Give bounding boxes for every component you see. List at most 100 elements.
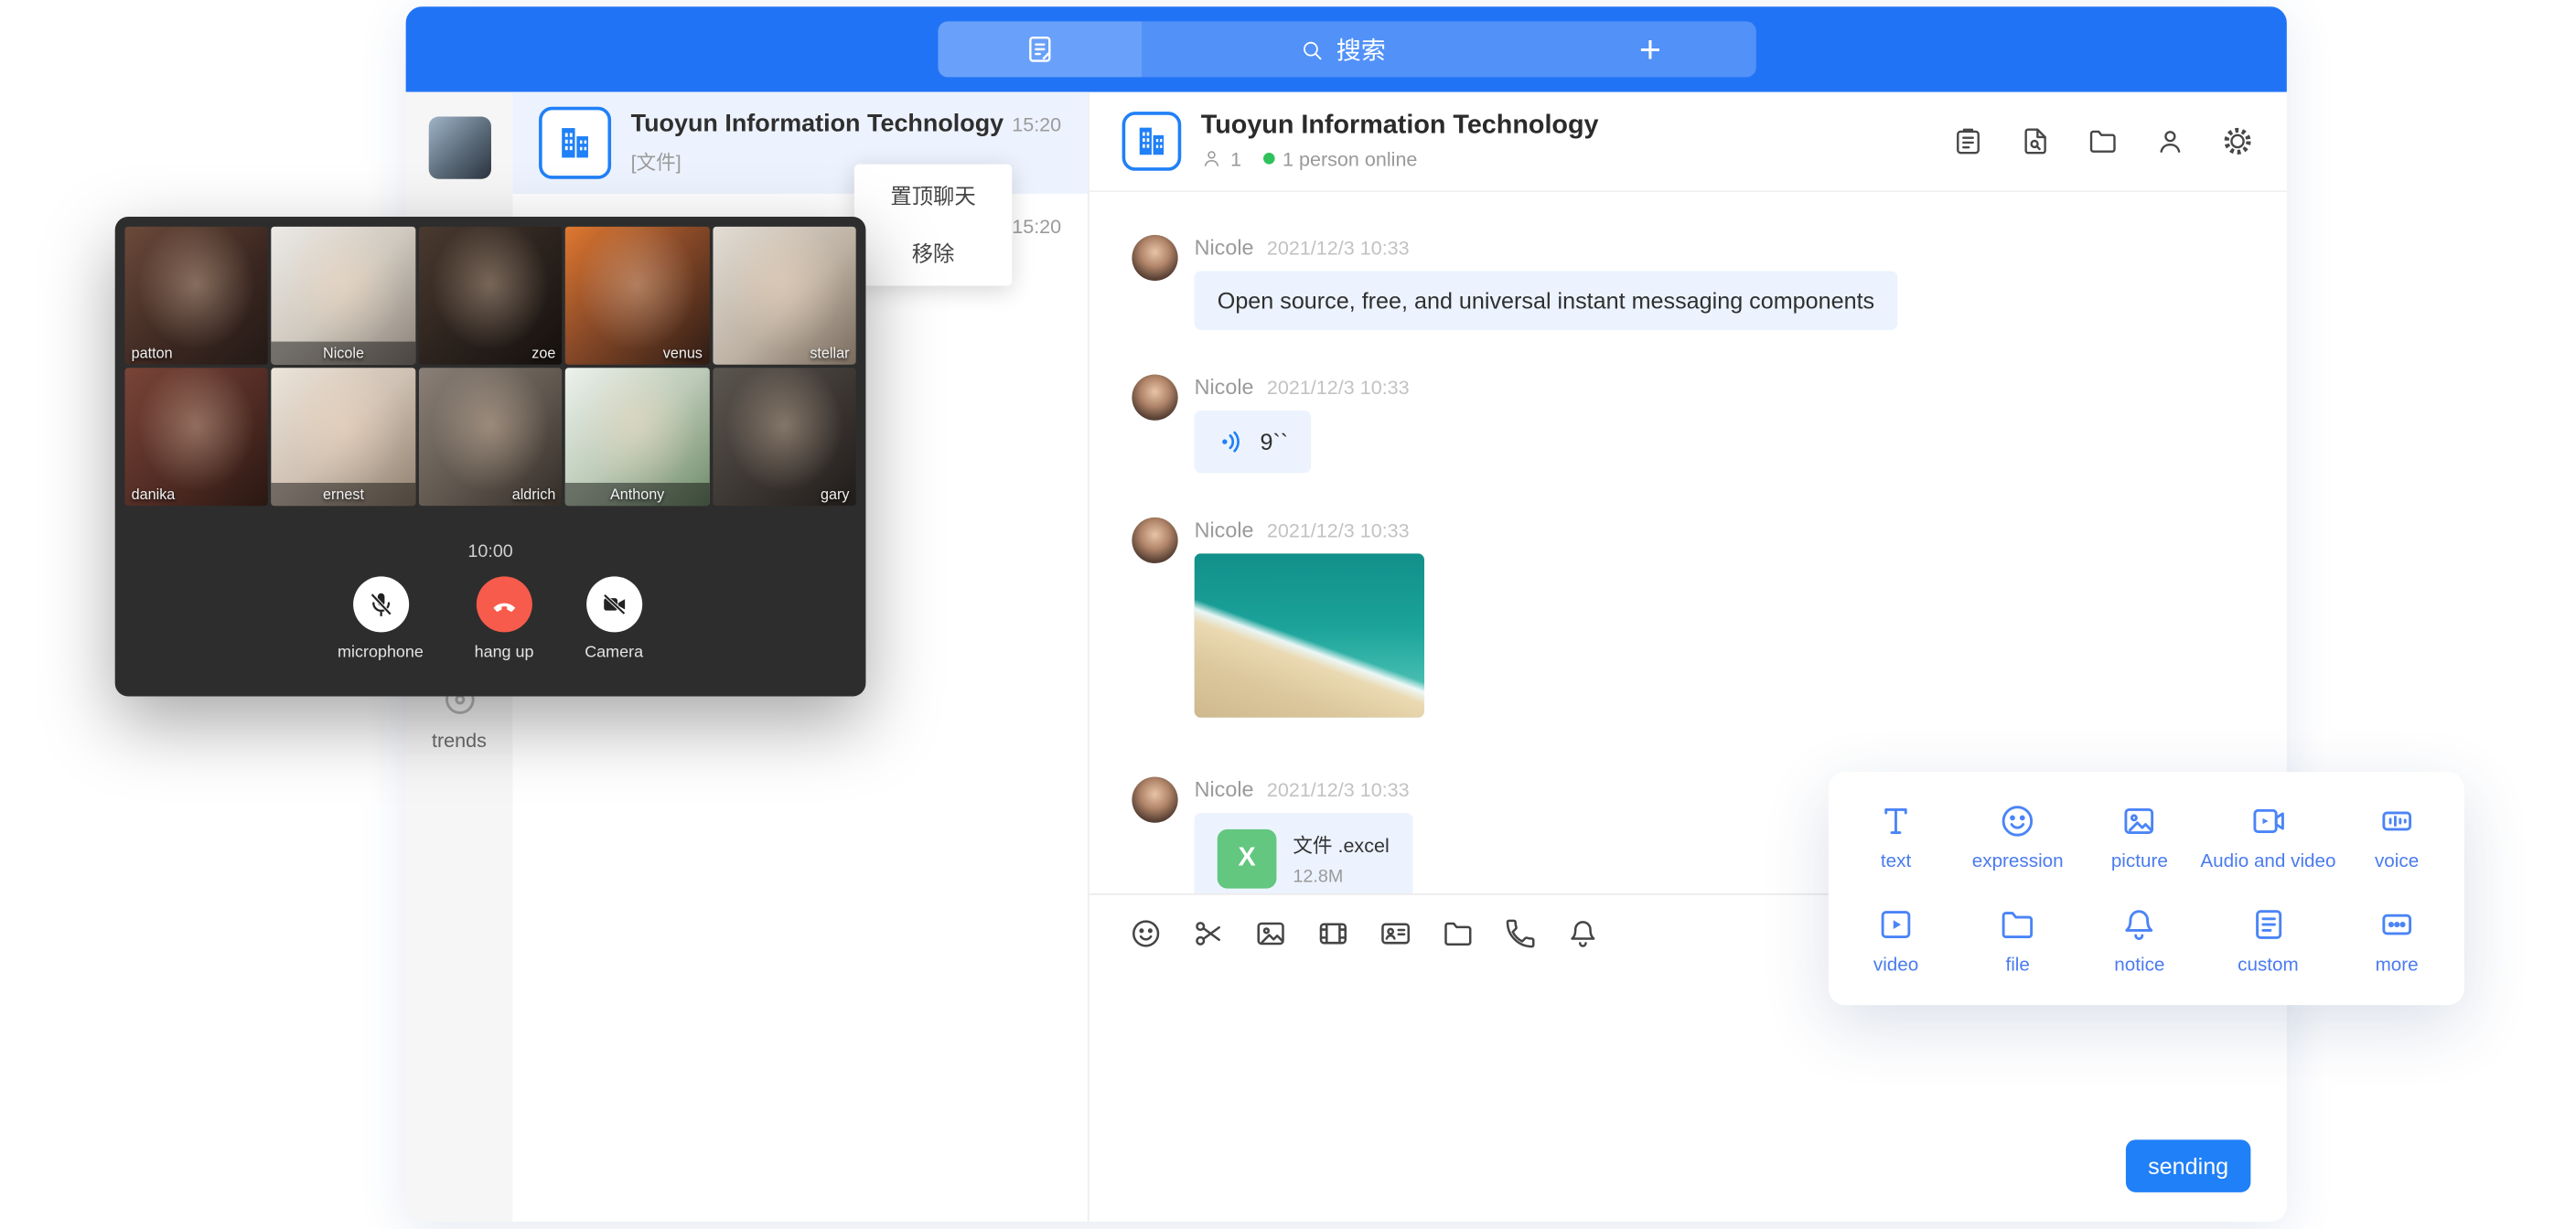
camera-off-icon bbox=[599, 590, 628, 619]
top-bar: 搜索 + bbox=[406, 6, 2287, 91]
panel-item-file[interactable]: file bbox=[1957, 889, 2078, 992]
message-meta: Nicole 2021/12/3 10:33 bbox=[1195, 374, 1410, 399]
panel-item-label: video bbox=[1873, 956, 1918, 976]
participant-name: danika bbox=[132, 486, 176, 503]
message-body: Nicole 2021/12/3 10:33 Open source, free… bbox=[1195, 235, 1898, 330]
chat-title: Tuoyun Information Technology bbox=[1201, 112, 1599, 141]
participant-tile: stellar bbox=[713, 227, 856, 365]
participant-tile: gary bbox=[713, 368, 856, 506]
hang-up-label: hang up bbox=[475, 644, 534, 662]
user-avatar[interactable] bbox=[428, 117, 490, 179]
top-pill: 搜索 + bbox=[938, 21, 1755, 77]
image-icon bbox=[1253, 916, 1288, 951]
mic-off-icon bbox=[366, 590, 395, 619]
panel-item-audio-video[interactable]: Audio and video bbox=[2200, 785, 2335, 888]
camera-label: Camera bbox=[585, 644, 643, 662]
custom-icon bbox=[2249, 905, 2288, 945]
folder-icon bbox=[1441, 916, 1476, 951]
microphone-toggle-button[interactable]: microphone bbox=[338, 576, 424, 661]
voice-duration: 9`` bbox=[1260, 429, 1288, 455]
participant-name: Nicole bbox=[272, 342, 415, 365]
emoji-button[interactable] bbox=[1129, 916, 1164, 951]
screenshot-button[interactable] bbox=[1191, 916, 1226, 951]
menu-item-remove[interactable]: 移除 bbox=[854, 225, 1012, 283]
panel-item-picture[interactable]: picture bbox=[2078, 785, 2200, 888]
send-button[interactable]: sending bbox=[2126, 1139, 2250, 1192]
microphone-label: microphone bbox=[338, 644, 424, 662]
call-button[interactable] bbox=[1503, 916, 1538, 951]
message: Nicole 2021/12/3 10:33 bbox=[1132, 518, 2247, 718]
participant-tile: zoe bbox=[419, 227, 563, 365]
id-card-icon bbox=[1379, 916, 1413, 951]
camera-toggle-button[interactable]: Camera bbox=[585, 576, 643, 661]
panel-item-label: voice bbox=[2375, 852, 2419, 872]
panel-item-label: expression bbox=[1972, 852, 2064, 872]
group-files-button[interactable] bbox=[2087, 124, 2120, 157]
text-message-bubble[interactable]: Open source, free, and universal instant… bbox=[1195, 271, 1898, 330]
excel-file-icon: X bbox=[1218, 829, 1277, 889]
send-file-button[interactable] bbox=[1441, 916, 1476, 951]
panel-item-label: file bbox=[2005, 956, 2029, 976]
message-time: 2021/12/3 10:33 bbox=[1267, 237, 1410, 260]
panel-item-label: Audio and video bbox=[2200, 852, 2335, 872]
hang-up-circle bbox=[477, 576, 532, 632]
message-meta: Nicole 2021/12/3 10:33 bbox=[1195, 235, 1898, 260]
panel-item-voice[interactable]: voice bbox=[2336, 785, 2458, 888]
voice-wave-icon bbox=[1218, 427, 1247, 456]
gear-icon bbox=[2221, 124, 2254, 157]
chat-header: Tuoyun Information Technology 1 1 person… bbox=[1089, 92, 2287, 193]
members-button[interactable] bbox=[2153, 124, 2186, 157]
sender-avatar[interactable] bbox=[1132, 235, 1177, 281]
conversation-context-menu: 置顶聊天 移除 bbox=[854, 165, 1012, 286]
chat-title-block: Tuoyun Information Technology 1 1 person… bbox=[1201, 112, 1599, 170]
panel-item-label: more bbox=[2376, 956, 2419, 976]
microphone-circle bbox=[352, 576, 408, 632]
participant-name: patton bbox=[132, 345, 173, 361]
message: Nicole 2021/12/3 10:33 9`` bbox=[1132, 374, 2247, 473]
send-image-button[interactable] bbox=[1253, 916, 1288, 951]
conversation-title: Tuoyun Information Technology bbox=[631, 110, 1004, 138]
search-label: 搜索 bbox=[1336, 32, 1386, 67]
sender-avatar[interactable] bbox=[1132, 776, 1177, 822]
panel-item-more[interactable]: more bbox=[2336, 889, 2458, 992]
announcement-button[interactable] bbox=[1952, 124, 1985, 157]
send-video-button[interactable] bbox=[1316, 916, 1351, 951]
settings-button[interactable] bbox=[2221, 124, 2254, 157]
search-box[interactable]: 搜索 bbox=[1141, 32, 1545, 67]
panel-item-video[interactable]: video bbox=[1835, 889, 1957, 992]
voice-message-bubble[interactable]: 9`` bbox=[1195, 411, 1312, 473]
members-count-icon bbox=[1201, 148, 1222, 169]
file-icon bbox=[1998, 905, 2037, 945]
message-meta: Nicole 2021/12/3 10:33 bbox=[1195, 518, 1424, 542]
scissors-icon bbox=[1191, 916, 1226, 951]
hang-up-button[interactable]: hang up bbox=[475, 576, 534, 661]
panel-item-label: custom bbox=[2238, 956, 2299, 976]
participant-name: aldrich bbox=[512, 486, 556, 503]
message: Nicole 2021/12/3 10:33 Open source, free… bbox=[1132, 235, 2247, 330]
chat-header-actions bbox=[1952, 124, 2254, 157]
announcement-icon bbox=[1952, 124, 1985, 157]
participant-name: ernest bbox=[272, 483, 415, 506]
panel-item-expression[interactable]: expression bbox=[1957, 785, 2078, 888]
sender-avatar[interactable] bbox=[1132, 518, 1177, 563]
participant-name: venus bbox=[663, 345, 703, 361]
panel-item-custom[interactable]: custom bbox=[2200, 889, 2335, 992]
message-body: Nicole 2021/12/3 10:33 bbox=[1195, 518, 1424, 718]
panel-item-text[interactable]: text bbox=[1835, 785, 1957, 888]
member-count: 1 bbox=[1230, 147, 1241, 170]
panel-item-label: notice bbox=[2114, 956, 2164, 976]
add-button[interactable]: + bbox=[1545, 21, 1755, 77]
send-card-button[interactable] bbox=[1379, 916, 1413, 951]
group-icon-box bbox=[539, 107, 611, 179]
chat-record-button[interactable] bbox=[2019, 124, 2052, 157]
note-button[interactable] bbox=[938, 21, 1142, 77]
image-message-beach-photo[interactable] bbox=[1195, 553, 1424, 718]
notice-button[interactable] bbox=[1565, 916, 1600, 951]
more-icon bbox=[2377, 905, 2417, 945]
menu-item-pin-chat[interactable]: 置顶聊天 bbox=[854, 167, 1012, 225]
participant-grid: patton Nicole zoe venus stellar danika e… bbox=[115, 217, 866, 516]
file-message-bubble[interactable]: X 文件 .excel 12.8M bbox=[1195, 813, 1412, 893]
panel-item-notice[interactable]: notice bbox=[2078, 889, 2200, 992]
participant-name: Anthony bbox=[565, 483, 709, 506]
sender-avatar[interactable] bbox=[1132, 374, 1177, 420]
